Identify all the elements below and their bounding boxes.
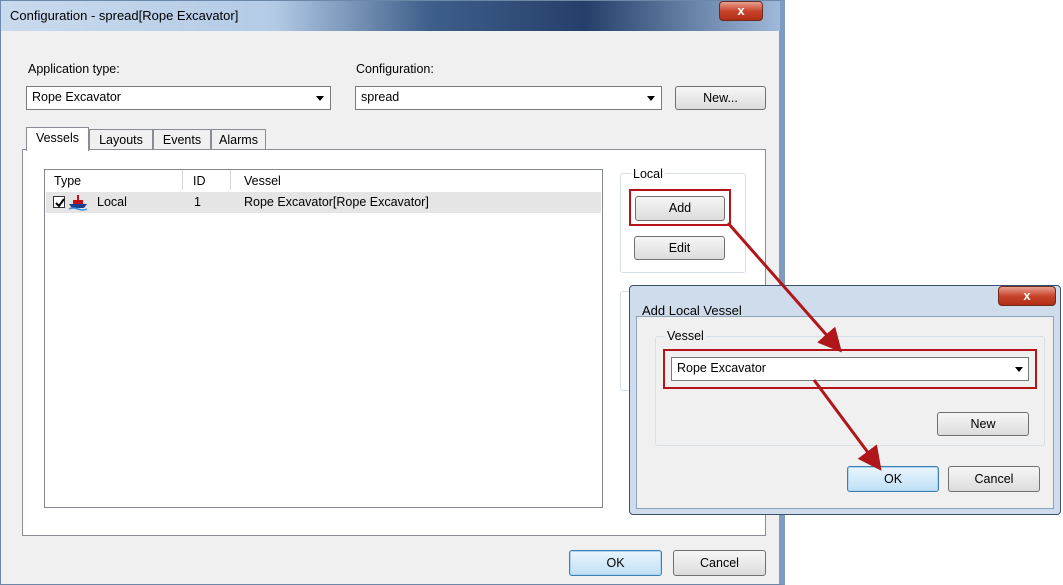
table-row[interactable]: Local 1 Rope Excavator[Rope Excavator] bbox=[46, 192, 601, 213]
cancel-button[interactable]: Cancel bbox=[673, 550, 766, 576]
add-local-vessel-dialog: Add Local Vessel x Vessel Rope Excavator… bbox=[629, 285, 1061, 515]
add-button-highlight bbox=[629, 189, 731, 226]
dialog-cancel-button[interactable]: Cancel bbox=[948, 466, 1040, 492]
ship-icon bbox=[68, 195, 88, 211]
dialog-close-button[interactable]: x bbox=[998, 286, 1056, 306]
vessel-group-title: Vessel bbox=[665, 329, 706, 343]
new-configuration-button[interactable]: New... bbox=[675, 86, 766, 110]
column-header-type[interactable]: Type bbox=[54, 174, 81, 188]
tab-events[interactable]: Events bbox=[153, 129, 211, 149]
tab-alarms[interactable]: Alarms bbox=[211, 129, 266, 149]
edit-vessel-button[interactable]: Edit bbox=[634, 236, 725, 260]
header-divider bbox=[230, 170, 231, 190]
configuration-dropdown[interactable]: spread bbox=[355, 86, 662, 110]
configuration-value: spread bbox=[361, 90, 400, 104]
header-divider bbox=[182, 170, 183, 190]
application-type-value: Rope Excavator bbox=[32, 90, 121, 104]
application-type-dropdown[interactable]: Rope Excavator bbox=[26, 86, 331, 110]
row-type: Local bbox=[97, 195, 127, 209]
checkmark-icon bbox=[55, 198, 65, 208]
row-id: 1 bbox=[194, 195, 201, 209]
row-checkbox[interactable] bbox=[53, 196, 65, 208]
tab-vessels[interactable]: Vessels bbox=[26, 127, 89, 151]
title-bar[interactable]: Configuration - spread[Rope Excavator] x bbox=[1, 1, 780, 31]
dialog-body: Vessel Rope Excavator New OK Cancel bbox=[636, 316, 1054, 509]
vessel-dropdown-highlight bbox=[663, 349, 1037, 389]
chevron-down-icon bbox=[316, 96, 324, 101]
column-header-vessel[interactable]: Vessel bbox=[244, 174, 281, 188]
close-icon: x bbox=[737, 3, 745, 18]
row-vessel: Rope Excavator[Rope Excavator] bbox=[244, 195, 429, 209]
configuration-label: Configuration: bbox=[356, 62, 434, 76]
local-group-title: Local bbox=[631, 167, 665, 181]
close-button[interactable]: x bbox=[719, 1, 763, 21]
ok-button[interactable]: OK bbox=[569, 550, 662, 576]
application-type-label: Application type: bbox=[28, 62, 120, 76]
tab-layouts[interactable]: Layouts bbox=[89, 129, 153, 149]
close-icon: x bbox=[1023, 288, 1031, 303]
vessel-list[interactable]: Type ID Vessel Local 1 Rope Excavator[Ro… bbox=[44, 169, 603, 508]
window-title: Configuration - spread[Rope Excavator] bbox=[10, 8, 239, 23]
column-header-id[interactable]: ID bbox=[193, 174, 206, 188]
dialog-ok-button[interactable]: OK bbox=[847, 466, 939, 492]
new-vessel-button[interactable]: New bbox=[937, 412, 1029, 436]
chevron-down-icon bbox=[647, 96, 655, 101]
